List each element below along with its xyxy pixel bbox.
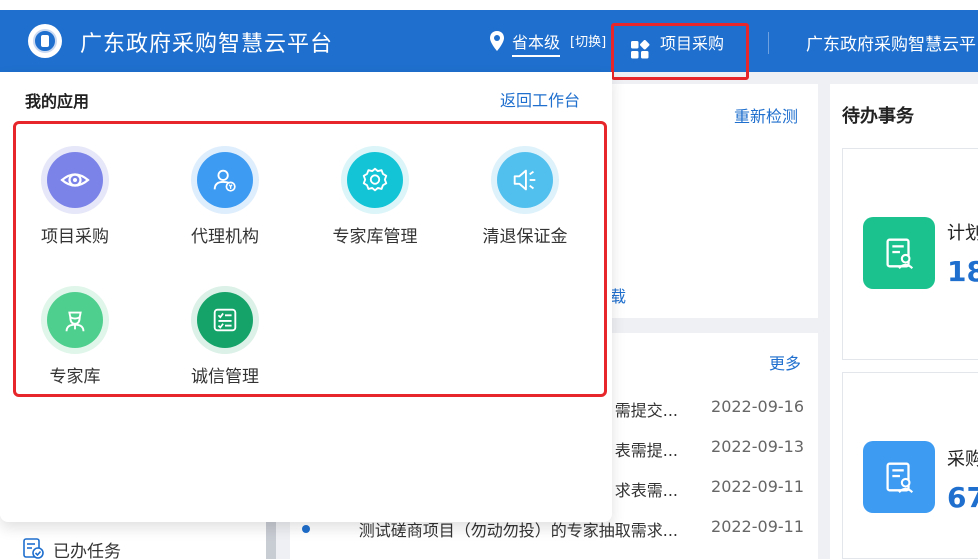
todo-card-purchase[interactable]: 采购 67: [842, 372, 978, 559]
list-item-title: 求表需...: [614, 481, 678, 500]
list-item-date: 2022-09-16: [711, 397, 804, 416]
location-pin-icon: [490, 31, 504, 51]
app-label: 专家库: [49, 367, 101, 387]
app-refund-deposit[interactable]: 清退保证金: [465, 146, 585, 247]
app-label: 代理机构: [191, 227, 259, 247]
list-item-date: 2022-09-11: [711, 517, 804, 536]
app-title: 广东政府采购智慧云平台: [80, 32, 334, 57]
region-switch-link[interactable]: [切换]: [570, 31, 606, 50]
back-to-workbench-link[interactable]: 返回工作台: [500, 87, 580, 111]
app-expert-library[interactable]: 专家库: [15, 286, 135, 387]
app-credit-management[interactable]: 诚信管理: [165, 286, 285, 387]
todo-card-plan[interactable]: 计划 18: [842, 148, 978, 360]
app-agency[interactable]: 代理机构: [165, 146, 285, 247]
gear-icon: [347, 152, 403, 208]
checklist-icon: [197, 292, 253, 348]
bullet-dot-icon: [302, 525, 310, 533]
project-procurement-menu[interactable]: 项目采购: [660, 30, 724, 54]
recheck-link[interactable]: 重新检测: [734, 103, 798, 127]
eye-icon: [47, 152, 103, 208]
list-item-date: 2022-09-11: [711, 477, 804, 496]
list-item-title: 需提交...: [614, 401, 678, 420]
app-label: 诚信管理: [191, 367, 259, 387]
list-item-title: 表需提...: [614, 441, 678, 460]
list-item-date: 2022-09-13: [711, 437, 804, 456]
top-header: 广东政府采购智慧云平台 省本级 [切换] 项目采购 广东政府采购智慧云平: [0, 10, 978, 80]
apps-grid-icon: [631, 40, 650, 59]
my-apps-popup: 我的应用 返回工作台 项目采购 代理机构 专家库管理 清退保证金 专家库 诚信管…: [0, 72, 612, 522]
header-divider: [768, 32, 769, 54]
more-link[interactable]: 更多: [769, 350, 801, 374]
agency-user-icon: [197, 152, 253, 208]
app-label: 专家库管理: [332, 227, 418, 247]
region-selector[interactable]: 省本级: [512, 29, 561, 57]
document-user-icon: [863, 441, 935, 513]
done-task-icon: [23, 538, 44, 559]
app-label: 清退保证金: [482, 227, 568, 247]
app-expert-library-management[interactable]: 专家库管理: [315, 146, 435, 247]
platform-switcher[interactable]: 广东政府采购智慧云平: [806, 30, 976, 55]
todo-card-count: 67: [947, 481, 978, 514]
app-label: 项目采购: [41, 227, 109, 247]
document-user-icon: [863, 217, 935, 289]
popup-title: 我的应用: [25, 92, 90, 111]
todo-card-label: 采购: [947, 449, 978, 470]
app-project-procurement[interactable]: 项目采购: [15, 146, 135, 247]
download-link[interactable]: 载: [610, 283, 626, 307]
sidebar-item-done-tasks[interactable]: 已办任务: [53, 537, 121, 559]
todo-card-count: 18: [947, 255, 978, 288]
top-strip: [0, 0, 978, 10]
emblem-logo-icon: [28, 24, 62, 58]
todo-card-label: 计划: [947, 223, 978, 244]
speaker-icon: [497, 152, 553, 208]
todo-title: 待办事务: [842, 106, 914, 127]
expert-icon: [47, 292, 103, 348]
